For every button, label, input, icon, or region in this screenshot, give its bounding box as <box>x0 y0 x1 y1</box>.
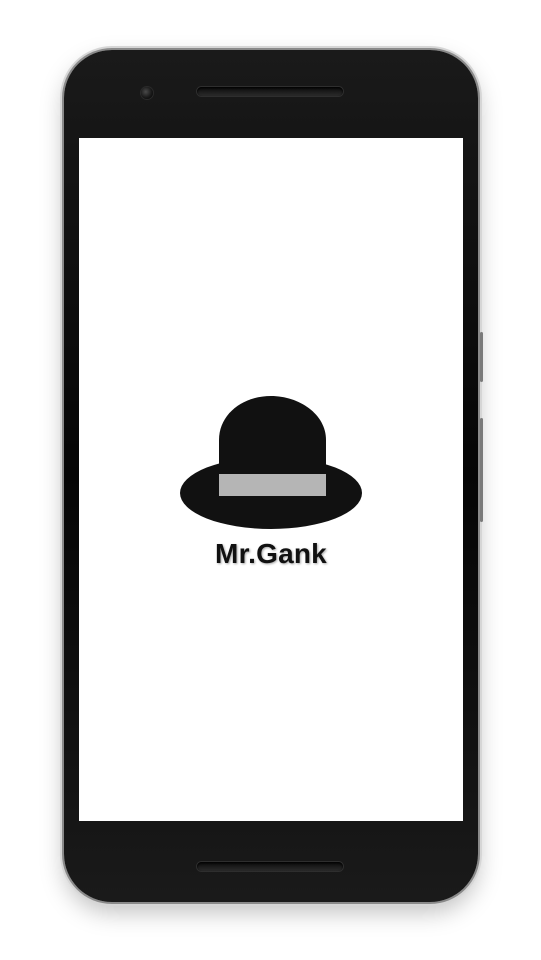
earpiece-speaker <box>197 87 343 96</box>
hat-band <box>219 474 326 496</box>
front-camera <box>141 87 153 99</box>
volume-button <box>480 418 483 522</box>
bottom-speaker <box>197 862 343 871</box>
bowler-hat-icon <box>180 396 362 529</box>
device-mockup-stage: Mr.Gank <box>0 0 541 960</box>
splash-logo: Mr.Gank <box>79 138 463 821</box>
app-screen: Mr.Gank <box>79 138 463 821</box>
phone-frame: Mr.Gank <box>64 50 483 902</box>
brand-name: Mr.Gank <box>215 538 327 569</box>
power-button <box>480 332 483 382</box>
